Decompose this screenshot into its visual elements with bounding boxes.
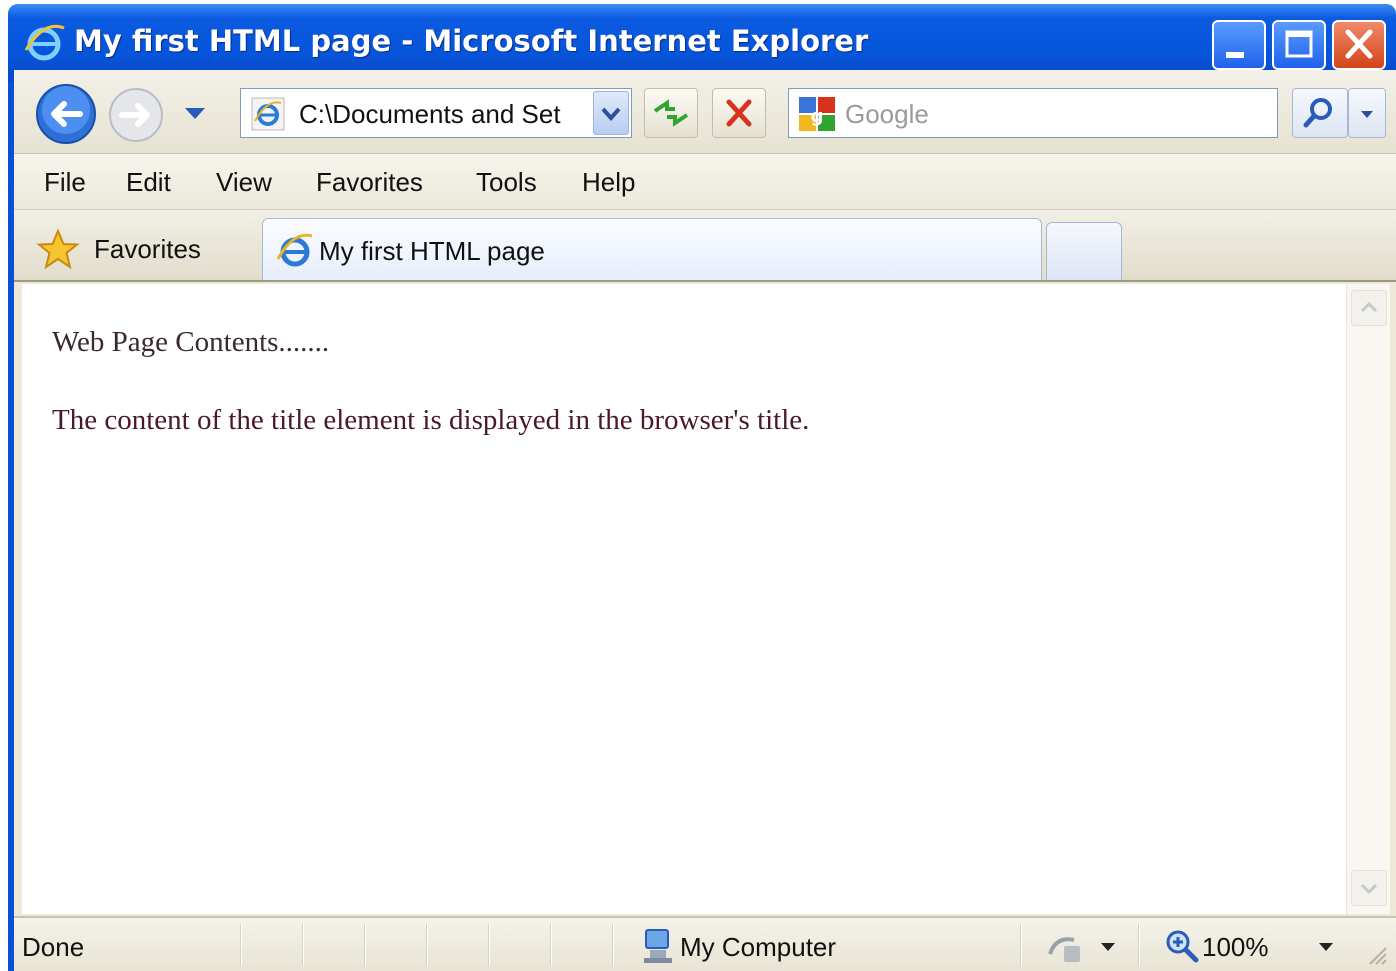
tab-bar: Favorites My first HTML page [14, 210, 1396, 282]
forward-button[interactable] [106, 86, 166, 144]
menu-help[interactable]: Help [582, 167, 635, 198]
resize-grip-icon[interactable] [1364, 942, 1388, 966]
search-button[interactable] [1292, 88, 1348, 138]
menu-edit[interactable]: Edit [126, 167, 171, 198]
status-text: Done [22, 932, 85, 962]
favorites-button[interactable]: Favorites [30, 224, 250, 270]
status-divider [364, 924, 366, 966]
security-zone-label: My Computer [680, 932, 837, 962]
google-icon: g [799, 97, 835, 131]
chevron-down-icon[interactable] [1316, 940, 1336, 954]
tab-label: My first HTML page [319, 236, 545, 266]
stop-icon [726, 99, 752, 127]
chevron-down-icon [1360, 883, 1378, 895]
back-button[interactable] [32, 82, 100, 146]
scroll-up-button[interactable] [1351, 290, 1387, 326]
search-input[interactable]: Google [845, 99, 929, 130]
security-icon[interactable] [1044, 928, 1088, 966]
navigation-bar: C:\Documents and Set g Google [14, 70, 1396, 154]
ie-icon [276, 233, 313, 267]
page-content: Web Page Contents....... The content of … [22, 284, 1346, 914]
refresh-button[interactable] [644, 88, 698, 138]
computer-icon [644, 929, 672, 963]
address-bar[interactable]: C:\Documents and Set [240, 88, 632, 138]
page-text-paragraph: The content of the title element is disp… [52, 404, 810, 436]
search-box[interactable]: g Google [788, 88, 1278, 138]
status-divider [550, 924, 552, 966]
status-divider [426, 924, 428, 966]
menu-favorites[interactable]: Favorites [316, 167, 423, 198]
browser-window: My first HTML page - Microsoft Internet … [8, 4, 1396, 971]
chevron-up-icon [1360, 301, 1378, 313]
ie-icon [251, 97, 285, 131]
star-icon [36, 228, 80, 270]
refresh-icon [653, 99, 689, 127]
browser-client: C:\Documents and Set g Google File Edit … [14, 70, 1396, 971]
address-input[interactable]: C:\Documents and Set [299, 99, 561, 130]
search-icon [1303, 98, 1332, 128]
status-bar: Done My Computer 100% [14, 916, 1396, 971]
menu-view[interactable]: View [216, 167, 272, 198]
status-divider [240, 924, 242, 966]
history-dropdown-button[interactable] [182, 104, 208, 122]
scroll-down-button[interactable] [1351, 870, 1387, 906]
maximize-button[interactable] [1272, 20, 1326, 70]
window-title: My first HTML page - Microsoft Internet … [74, 24, 869, 58]
search-options-button[interactable] [1348, 88, 1386, 138]
chevron-down-icon [1361, 111, 1373, 118]
tab-my-first-html-page[interactable]: My first HTML page [262, 218, 1042, 280]
status-divider [488, 924, 490, 966]
stop-button[interactable] [712, 88, 766, 138]
zoom-level[interactable]: 100% [1202, 932, 1269, 963]
close-icon [1345, 29, 1373, 59]
zoom-icon [1166, 930, 1199, 963]
status-divider [1020, 924, 1022, 966]
page-text-heading: Web Page Contents....... [52, 326, 330, 358]
ie-icon [24, 24, 65, 61]
menu-tools[interactable]: Tools [476, 167, 537, 198]
new-tab-button[interactable] [1046, 222, 1122, 280]
chevron-down-icon [601, 107, 621, 122]
favorites-label: Favorites [94, 234, 201, 264]
minimize-button[interactable] [1212, 20, 1266, 70]
chevron-down-icon[interactable] [1098, 940, 1118, 954]
vertical-scrollbar[interactable] [1346, 284, 1390, 914]
menu-bar: File Edit View Favorites Tools Help [14, 154, 1396, 210]
status-divider [302, 924, 304, 966]
close-button[interactable] [1332, 20, 1386, 70]
status-divider [1138, 924, 1140, 966]
menu-file[interactable]: File [44, 167, 86, 198]
address-dropdown-button[interactable] [593, 91, 629, 135]
status-divider [612, 924, 614, 966]
svg-text:g: g [811, 106, 824, 127]
